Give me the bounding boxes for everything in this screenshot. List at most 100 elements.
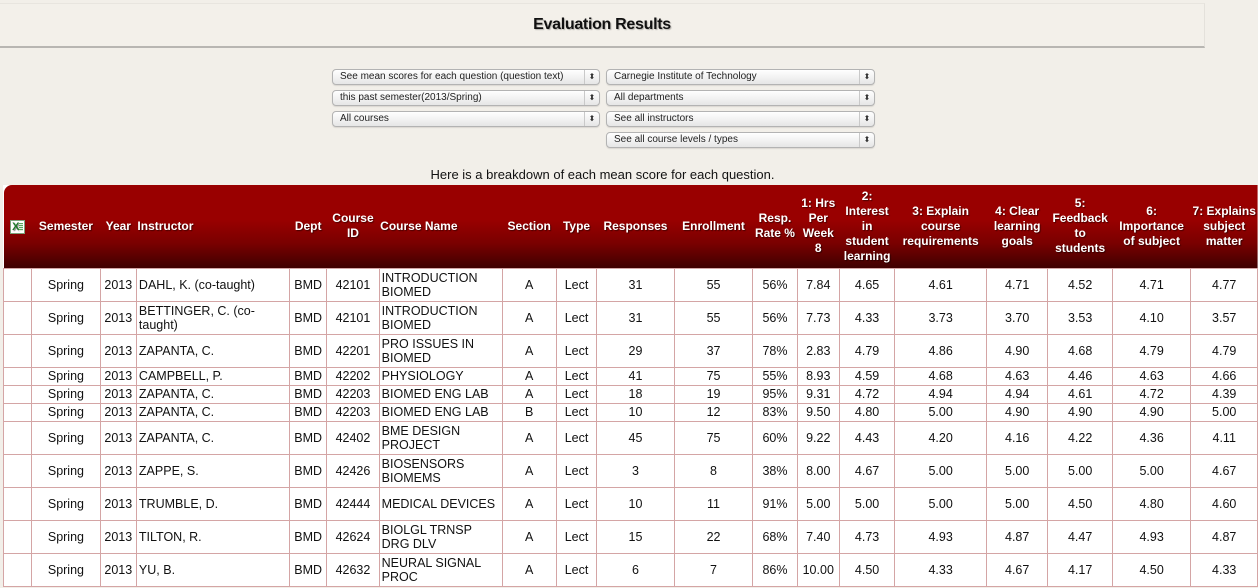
column-header[interactable]: Resp. Rate % — [753, 185, 797, 268]
column-header[interactable]: 6: Importance of subject — [1112, 185, 1191, 268]
column-header[interactable]: Dept — [290, 185, 327, 268]
college-select[interactable]: Carnegie Institute of Technology ⬍ — [606, 69, 875, 85]
table-row: Spring 2013 ZAPANTA, C. BMD 42402 BME DESIGN … — [2, 420, 1258, 455]
cell-q1: 9.31 — [796, 384, 840, 404]
cell-q6: 4.80 — [1111, 486, 1192, 521]
column-header[interactable]: 3: Explain course requirements — [895, 185, 987, 268]
cell-instructor: TRUMBLE, D. — [135, 486, 291, 521]
cell-q2: 4.43 — [838, 420, 896, 455]
cell-year: 2013 — [99, 366, 137, 386]
cell-q1: 2.83 — [796, 333, 840, 368]
cell-enrollment: 12 — [673, 402, 754, 422]
cell-q4: 4.16 — [985, 420, 1049, 455]
cell-course-name: PHYSIOLOGY — [378, 366, 503, 386]
cell-q7: 4.77 — [1190, 267, 1258, 302]
cell-q3: 4.61 — [894, 267, 987, 302]
column-header[interactable]: 2: Interest in student learning — [839, 185, 894, 268]
cell-dept: BMD — [289, 300, 328, 335]
cell-q5: 4.22 — [1047, 420, 1113, 455]
excel-icon — [10, 219, 26, 235]
cell-year: 2013 — [99, 402, 137, 422]
cell-resp-rate: 95% — [752, 384, 798, 404]
column-header[interactable]: Semester — [32, 185, 100, 268]
cell-q7: 4.11 — [1190, 420, 1258, 455]
cell-q3: 4.68 — [894, 366, 987, 386]
cell-year: 2013 — [99, 384, 137, 404]
cell-semester: Spring — [31, 420, 101, 455]
cell-enrollment: 22 — [673, 519, 754, 554]
cell-instructor: YU, B. — [135, 552, 291, 587]
cell-q1: 5.00 — [796, 486, 840, 521]
column-header[interactable]: 4: Clear learning goals — [986, 185, 1047, 268]
cell-type: Lect — [555, 402, 598, 422]
cell-q2: 4.80 — [838, 402, 896, 422]
table-row: Spring 2013 TILTON, R. BMD 42624 BIOLGL TRNSP… — [2, 519, 1258, 554]
cell-section: A — [501, 366, 557, 386]
cell-q5: 4.68 — [1047, 333, 1113, 368]
cell-q6: 4.93 — [1111, 519, 1192, 554]
column-header[interactable]: Course ID — [327, 185, 379, 268]
course-level-select[interactable]: See all course levels / types ⬍ — [606, 132, 875, 148]
cell-dept: BMD — [289, 420, 328, 455]
column-header[interactable]: Instructor — [136, 185, 289, 268]
cell-q1: 8.00 — [796, 453, 840, 488]
cell-enrollment: 7 — [673, 552, 754, 587]
cell-dept: BMD — [289, 333, 328, 368]
cell-responses: 29 — [596, 333, 675, 368]
column-header[interactable]: Responses — [597, 185, 675, 268]
cell-semester: Spring — [31, 267, 101, 302]
cell-type: Lect — [555, 366, 598, 386]
cell-course-id: 42101 — [326, 267, 380, 302]
cell-course-name: NEURAL SIGNAL PROC — [378, 552, 503, 587]
cell-type: Lect — [555, 486, 598, 521]
cell-q4: 5.00 — [985, 453, 1049, 488]
column-header[interactable]: Enrollment — [674, 185, 753, 268]
cell-course-name: MEDICAL DEVICES — [378, 486, 503, 521]
cell-dept: BMD — [289, 519, 328, 554]
department-select[interactable]: All departments ⬍ — [606, 90, 875, 106]
cell-course-id: 42203 — [326, 384, 380, 404]
cell-course-id: 42402 — [326, 420, 380, 455]
column-header[interactable]: 1: Hrs Per Week 8 — [797, 185, 839, 268]
cell-q1: 7.73 — [796, 300, 840, 335]
table-row: Spring 2013 ZAPPE, S. BMD 42426 BIOSENSORS BI… — [2, 453, 1258, 488]
semester-select[interactable]: this past semester(2013/Spring) ⬍ — [332, 90, 600, 106]
cell-q5: 4.50 — [1047, 486, 1113, 521]
report-type-select[interactable]: See mean scores for each question (quest… — [332, 69, 600, 85]
cell-course-name: BIOMED ENG LAB — [378, 402, 503, 422]
column-header[interactable]: 7: Explains subject matter — [1191, 185, 1258, 268]
select-arrow-icon: ⬍ — [584, 70, 599, 84]
select-arrow-icon: ⬍ — [859, 91, 874, 105]
cell-enrollment: 75 — [673, 366, 754, 386]
cell-instructor: ZAPANTA, C. — [135, 420, 291, 455]
column-header[interactable]: Section — [502, 185, 556, 268]
select-value: Carnegie Institute of Technology — [614, 71, 757, 82]
cell-q2: 4.59 — [838, 366, 896, 386]
cell-q7: 4.66 — [1190, 366, 1258, 386]
cell-q4: 4.71 — [985, 267, 1049, 302]
instructor-select[interactable]: See all instructors ⬍ — [606, 111, 875, 127]
cell-q2: 4.65 — [838, 267, 896, 302]
cell-year: 2013 — [99, 267, 137, 302]
column-header[interactable]: Year — [100, 185, 136, 268]
cell-section: A — [501, 384, 557, 404]
cell-section: A — [501, 420, 557, 455]
table-body: Spring 2013 DAHL, K. (co-taught) BMD 42101 IN… — [2, 267, 1258, 587]
column-header[interactable]: Type — [556, 185, 596, 268]
cell-q3: 5.00 — [894, 453, 987, 488]
column-header[interactable]: Course Name — [379, 185, 502, 268]
table-caption: Here is a breakdown of each mean score f… — [430, 167, 775, 182]
select-arrow-icon: ⬍ — [859, 133, 874, 147]
cell-dept: BMD — [289, 402, 328, 422]
export-excel-button[interactable] — [4, 185, 32, 268]
cell-section: B — [501, 402, 557, 422]
cell-q5: 4.52 — [1047, 267, 1113, 302]
cell-semester: Spring — [31, 552, 101, 587]
row-spacer-cell — [2, 420, 33, 455]
select-arrow-icon: ⬍ — [859, 112, 874, 126]
cell-dept: BMD — [289, 486, 328, 521]
cell-q6: 4.50 — [1111, 552, 1192, 587]
course-select[interactable]: All courses ⬍ — [332, 111, 600, 127]
cell-q7: 4.79 — [1190, 333, 1258, 368]
column-header[interactable]: 5: Feedback to students — [1048, 185, 1112, 268]
